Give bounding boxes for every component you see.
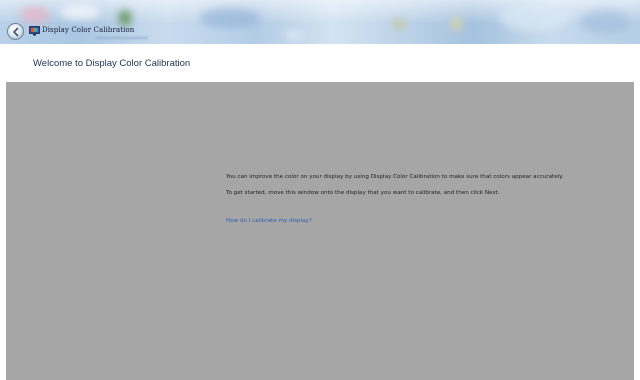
glass-blur-decoration xyxy=(500,2,570,32)
back-button[interactable] xyxy=(7,23,24,40)
content-area: You can improve the color on your displa… xyxy=(6,82,634,380)
window-title: Display Color Calibration xyxy=(42,26,135,34)
glass-blur-decoration xyxy=(392,18,406,30)
page-title: Welcome to Display Color Calibration xyxy=(33,58,191,69)
glass-blur-decoration xyxy=(96,37,148,39)
glass-blur-decoration xyxy=(450,18,462,30)
glass-blur-decoration xyxy=(20,6,50,24)
calibration-window: Display Color Calibration Welcome to Dis… xyxy=(0,0,640,380)
glass-blur-decoration xyxy=(118,10,132,26)
title-bar[interactable]: Display Color Calibration xyxy=(0,0,640,44)
intro-paragraph: You can improve the color on your displa… xyxy=(226,174,564,180)
help-link[interactable]: How do I calibrate my display? xyxy=(226,218,312,225)
glass-blur-decoration xyxy=(200,8,260,28)
glass-blur-decoration xyxy=(580,10,630,34)
instructions-paragraph: To get started, move this window onto th… xyxy=(226,190,500,197)
back-arrow-icon xyxy=(12,27,18,36)
instructions-block: You can improve the color on your displa… xyxy=(226,174,586,226)
page-header: Welcome to Display Color Calibration xyxy=(0,44,640,82)
glass-blur-decoration xyxy=(285,32,303,38)
glass-blur-decoration xyxy=(60,4,100,20)
display-icon xyxy=(29,26,40,36)
